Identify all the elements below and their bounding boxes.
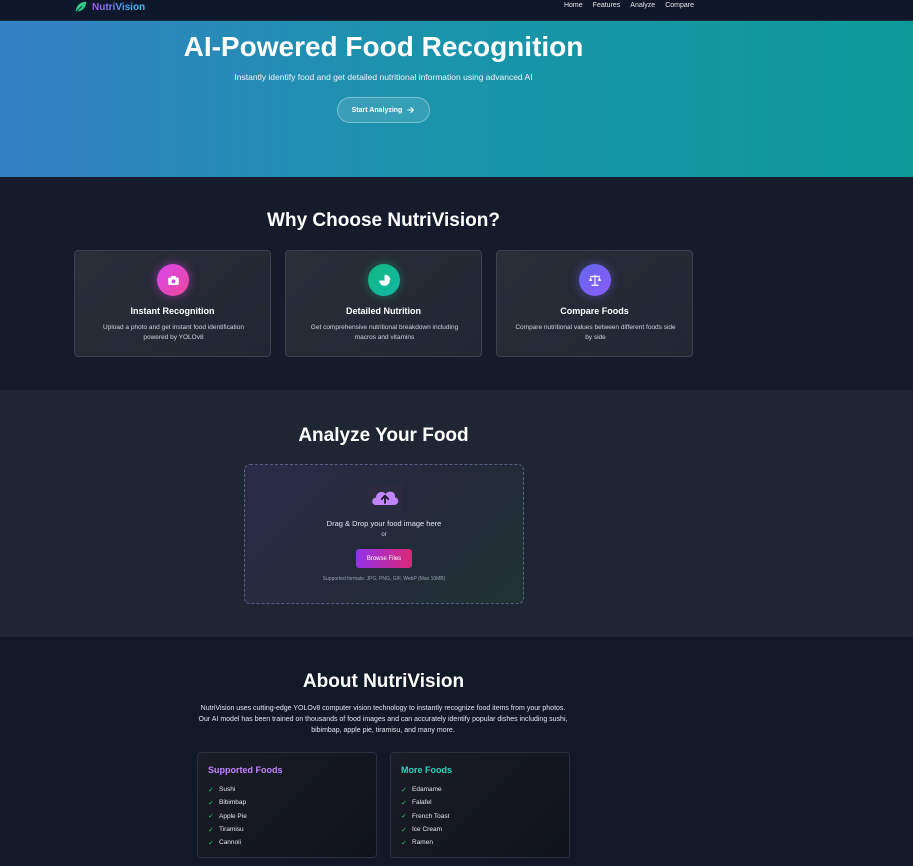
food-name: French Toast	[412, 812, 450, 820]
list-item: ✓ Sushi	[208, 783, 247, 796]
food-name: Sushi	[219, 786, 236, 794]
brand-name: NutriVision	[92, 1, 146, 13]
top-navbar: NutriVision Home Features Analyze Compar…	[0, 0, 913, 21]
supported-foods-card: Supported Foods ✓ Sushi ✓ Bibimbap ✓ Apple …	[197, 752, 377, 858]
food-name: Apple Pie	[219, 812, 247, 820]
brand-logo[interactable]: NutriVision	[74, 0, 145, 14]
feature-card-instant-recognition: Instant Recognition Upload a photo and g…	[74, 250, 271, 357]
list-item: ✓ Falafel	[401, 796, 449, 809]
browse-files-button[interactable]: Browse Files	[356, 549, 412, 568]
cloud-upload-icon	[367, 483, 403, 511]
camera-icon	[157, 264, 189, 296]
more-foods-list: ✓ Edamame ✓ Falafel ✓ French Toast ✓ Ice Cre…	[401, 783, 449, 849]
more-foods-card: More Foods ✓ Edamame ✓ Falafel ✓ French Toa…	[390, 752, 570, 858]
feature-card-detailed-nutrition: Detailed Nutrition Get comprehensive nut…	[285, 250, 482, 357]
feature-card-desc: Upload a photo and get instant food iden…	[103, 324, 244, 341]
list-item: ✓ Apple Pie	[208, 810, 247, 823]
feature-card-title: Instant Recognition	[130, 306, 215, 316]
start-analyzing-button[interactable]: Start Analyzing	[337, 97, 430, 123]
list-item: ✓ Edamame	[401, 783, 449, 796]
check-icon: ✓	[401, 799, 407, 807]
features-section: Why Choose NutriVision? Instant Recognit…	[0, 177, 913, 390]
supported-foods-title: Supported Foods	[208, 765, 283, 775]
analyze-title: Analyze Your Food	[298, 425, 469, 446]
check-icon: ✓	[401, 826, 407, 834]
analyze-section: Analyze Your Food Drag & Drop your food …	[0, 390, 913, 637]
about-title: About NutriVision	[302, 671, 465, 692]
image-dropzone[interactable]: Drag & Drop your food image here or Brow…	[244, 464, 524, 604]
features-title: Why Choose NutriVision?	[267, 210, 500, 231]
check-icon: ✓	[208, 839, 214, 847]
more-foods-title: More Foods	[401, 765, 452, 775]
feature-card-compare-foods: Compare Foods Compare nutritional values…	[496, 250, 693, 357]
hero-subtitle: Instantly identify food and get detailed…	[234, 72, 533, 82]
supported-formats: Supported formats: JPG, PNG, GIF, WebP (…	[322, 576, 446, 582]
list-item: ✓ Tiramisu	[208, 823, 247, 836]
check-icon: ✓	[208, 826, 214, 834]
nav-link-compare[interactable]: Compare	[665, 2, 694, 9]
food-name: Falafel	[412, 799, 432, 807]
about-description: NutriVision uses cutting-edge YOLOv8 com…	[198, 705, 568, 734]
feature-card-desc: Get comprehensive nutritional breakdown …	[310, 324, 459, 341]
nav-links: Home Features Analyze Compare	[564, 2, 694, 9]
check-icon: ✓	[401, 813, 407, 821]
supported-foods-list: ✓ Sushi ✓ Bibimbap ✓ Apple Pie ✓ Tiramisu ✓ C…	[208, 783, 247, 849]
check-icon: ✓	[401, 839, 407, 847]
check-icon: ✓	[208, 799, 214, 807]
nav-link-analyze[interactable]: Analyze	[630, 2, 655, 9]
check-icon: ✓	[208, 786, 214, 794]
list-item: ✓ Cannoli	[208, 836, 247, 849]
about-section: About NutriVision NutriVision uses cutti…	[0, 637, 913, 866]
feature-card-desc: Compare nutritional values between diffe…	[515, 324, 676, 341]
food-name: Ice Cream	[412, 826, 442, 834]
check-icon: ✓	[208, 813, 214, 821]
balance-scale-icon	[579, 264, 611, 296]
arrow-right-icon	[407, 107, 415, 113]
feature-card-title: Compare Foods	[560, 306, 629, 316]
feature-card-title: Detailed Nutrition	[345, 306, 421, 316]
dropzone-instruction: Drag & Drop your food image here	[326, 519, 442, 528]
nav-link-home[interactable]: Home	[564, 2, 583, 9]
food-name: Edamame	[412, 786, 442, 794]
hero-section: AI-Powered Food Recognition Instantly id…	[0, 21, 913, 177]
list-item: ✓ Bibimbap	[208, 796, 247, 809]
list-item: ✓ Ice Cream	[401, 823, 449, 836]
pie-chart-icon	[368, 264, 400, 296]
dropzone-or: or	[381, 532, 387, 538]
check-icon: ✓	[401, 786, 407, 794]
hero-title: AI-Powered Food Recognition	[183, 31, 584, 62]
list-item: ✓ French Toast	[401, 810, 449, 823]
food-name: Tiramisu	[219, 826, 244, 834]
food-name: Ramen	[412, 839, 433, 847]
list-item: ✓ Ramen	[401, 836, 449, 849]
food-name: Bibimbap	[219, 799, 247, 807]
leaf-icon	[75, 1, 87, 13]
food-name: Cannoli	[219, 839, 242, 847]
nav-link-features[interactable]: Features	[593, 2, 621, 9]
start-analyzing-label: Start Analyzing	[351, 106, 403, 114]
